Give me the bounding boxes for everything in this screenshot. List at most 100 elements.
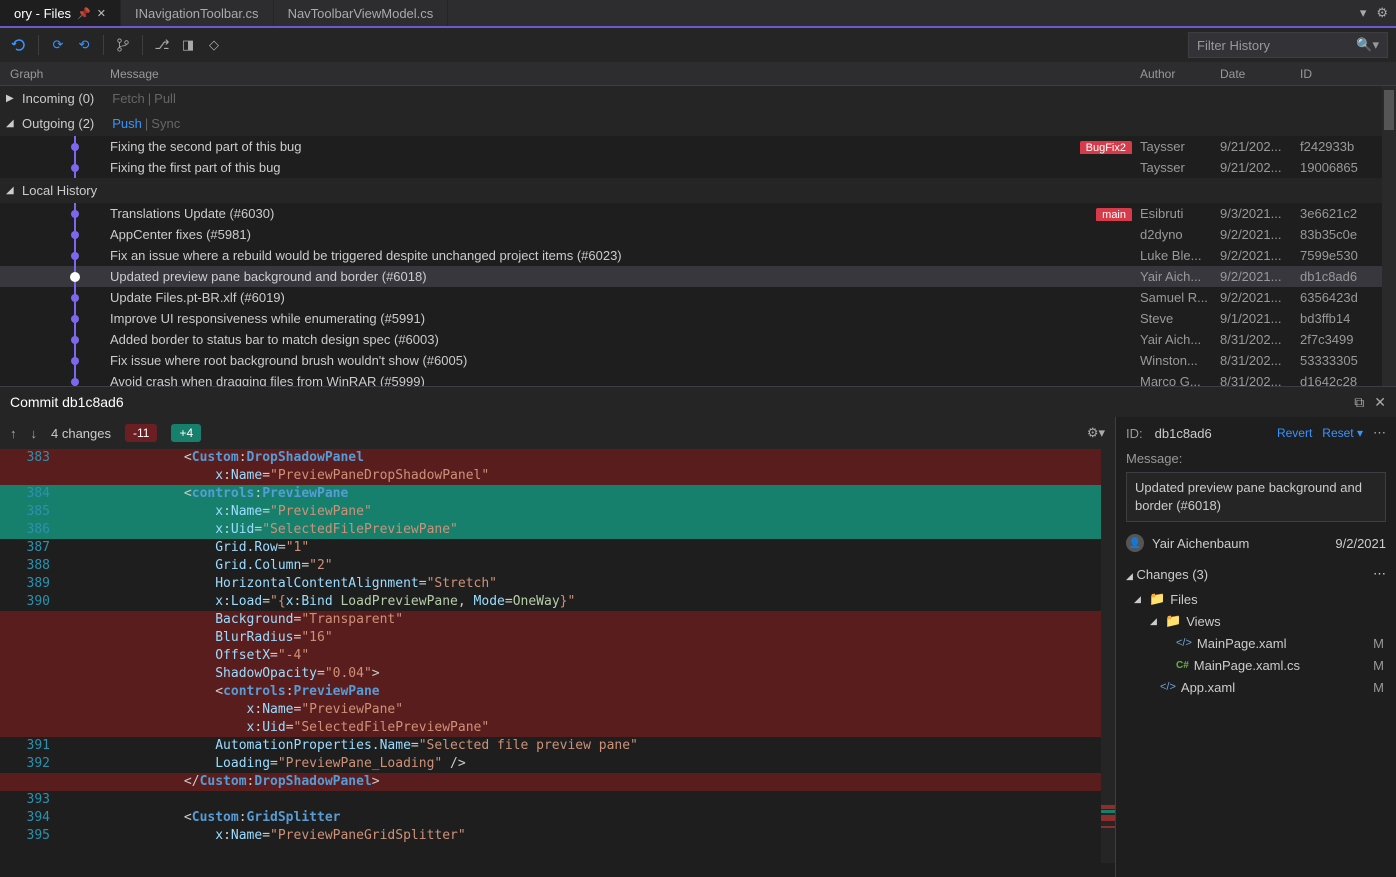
filter-history-input[interactable]: Filter History 🔍▾ [1188, 32, 1388, 58]
col-message[interactable]: Message [110, 67, 1140, 81]
refresh-icon[interactable] [8, 34, 30, 56]
code-line[interactable]: x:Name="PreviewPane" [0, 701, 1115, 719]
code-line[interactable]: 392 Loading="PreviewPane_Loading" /> [0, 755, 1115, 773]
restore-window-icon[interactable]: ⧉ [1354, 394, 1364, 411]
commit-row[interactable]: Translations Update (#6030) main Esibrut… [0, 203, 1396, 224]
changes-more-icon[interactable]: ⋯ [1373, 566, 1386, 582]
branch-icon[interactable] [112, 34, 134, 56]
commit-row[interactable]: Fix issue where root background brush wo… [0, 350, 1396, 371]
commit-row[interactable]: Improve UI responsiveness while enumerat… [0, 308, 1396, 329]
commit-date: 9/2/2021... [1220, 290, 1300, 305]
graph-cell [0, 203, 110, 224]
sync-link[interactable]: Sync [151, 116, 180, 131]
local-history-section[interactable]: ◢ Local History [0, 178, 1396, 203]
line-number [0, 683, 60, 701]
outgoing-section[interactable]: ◢ Outgoing (2) Push|Sync [0, 111, 1396, 136]
col-date[interactable]: Date [1220, 67, 1300, 81]
commit-message: Updated preview pane background and bord… [110, 269, 1140, 284]
code-line[interactable]: 391 AutomationProperties.Name="Selected … [0, 737, 1115, 755]
diff-settings-icon[interactable]: ⚙▾ [1087, 425, 1105, 441]
code-line[interactable]: </Custom:DropShadowPanel> [0, 773, 1115, 791]
close-icon[interactable]: ✕ [1374, 394, 1386, 411]
code-line[interactable]: 385 x:Name="PreviewPane" [0, 503, 1115, 521]
folder-label: Views [1186, 614, 1220, 629]
commit-id: 19006865 [1300, 160, 1380, 175]
commit-row[interactable]: Fix an issue where a rebuild would be tr… [0, 245, 1396, 266]
commit-message: AppCenter fixes (#5981) [110, 227, 1140, 242]
code-line[interactable]: 386 x:Uid="SelectedFilePreviewPane" [0, 521, 1115, 539]
fetch-icon[interactable]: ⟳ [47, 34, 69, 56]
code-line[interactable]: 388 Grid.Column="2" [0, 557, 1115, 575]
minimap[interactable] [1101, 449, 1115, 863]
history-scrollbar[interactable] [1382, 86, 1396, 386]
close-icon[interactable]: ✕ [97, 7, 106, 20]
col-id[interactable]: ID [1300, 67, 1380, 81]
col-graph[interactable]: Graph [0, 67, 110, 81]
file-status: M [1373, 636, 1392, 651]
code-content: Grid.Column="2" [60, 557, 1115, 575]
dropdown-icon[interactable]: ▾ [1360, 5, 1367, 21]
tab[interactable]: INavigationToolbar.cs [121, 0, 274, 26]
code-line[interactable]: 383 <Custom:DropShadowPanel [0, 449, 1115, 467]
code-line[interactable]: 395 x:Name="PreviewPaneGridSplitter" [0, 827, 1115, 845]
code-line[interactable]: 384 <controls:PreviewPane [0, 485, 1115, 503]
commit-row[interactable]: Added border to status bar to match desi… [0, 329, 1396, 350]
code-line[interactable]: <controls:PreviewPane [0, 683, 1115, 701]
message-box[interactable]: Updated preview pane background and bord… [1126, 472, 1386, 522]
filter-mode-icon[interactable]: ◨ [177, 34, 199, 56]
commit-row[interactable]: Update Files.pt-BR.xlf (#6019) Samuel R.… [0, 287, 1396, 308]
code-line[interactable]: BlurRadius="16" [0, 629, 1115, 647]
prev-change-icon[interactable]: ↑ [10, 426, 17, 441]
line-number: 384 [0, 485, 60, 503]
code-line[interactable]: 387 Grid.Row="1" [0, 539, 1115, 557]
code-line[interactable]: 389 HorizontalContentAlignment="Stretch" [0, 575, 1115, 593]
branch-tag[interactable]: main [1096, 208, 1132, 221]
code-line[interactable]: 390 x:Load="{x:Bind LoadPreviewPane, Mod… [0, 593, 1115, 611]
gear-icon[interactable]: ⚙ [1376, 5, 1388, 21]
tree-file[interactable]: C#MainPage.xaml.csM [1120, 654, 1392, 676]
push-link[interactable]: Push [112, 116, 142, 131]
commit-row[interactable]: Updated preview pane background and bord… [0, 266, 1396, 287]
fetch-link[interactable]: Fetch [112, 91, 145, 106]
code-line[interactable]: x:Name="PreviewPaneDropShadowPanel" [0, 467, 1115, 485]
incoming-section[interactable]: ▶ Incoming (0) Fetch|Pull [0, 86, 1396, 111]
xaml-file-icon: </> [1176, 637, 1192, 649]
graph-mode-icon[interactable]: ⎇ [151, 34, 173, 56]
reset-link[interactable]: Reset ▾ [1322, 426, 1363, 440]
commit-row[interactable]: AppCenter fixes (#5981) d2dyno 9/2/2021.… [0, 224, 1396, 245]
more-icon[interactable]: ⋯ [1373, 425, 1386, 441]
revert-link[interactable]: Revert [1277, 426, 1312, 440]
pull-icon[interactable]: ⟲ [73, 34, 95, 56]
code-line[interactable]: ShadowOpacity="0.04"> [0, 665, 1115, 683]
code-line[interactable]: 393 [0, 791, 1115, 809]
next-change-icon[interactable]: ↓ [31, 426, 38, 441]
tree-folder-root[interactable]: ◢ 📁 Files [1120, 588, 1392, 610]
line-number: 395 [0, 827, 60, 845]
tag-mode-icon[interactable]: ◇ [203, 34, 225, 56]
file-tree: ◢ 📁 Files ◢ 📁 Views </>MainPage.xamlMC#M… [1116, 588, 1396, 698]
scrollbar-thumb[interactable] [1384, 90, 1394, 130]
col-author[interactable]: Author [1140, 67, 1220, 81]
tab[interactable]: ory - Files📌✕ [0, 0, 121, 26]
commit-row[interactable]: Fixing the first part of this bug Taysse… [0, 157, 1396, 178]
commit-row[interactable]: Fixing the second part of this bug BugFi… [0, 136, 1396, 157]
graph-cell [0, 157, 110, 178]
changes-header[interactable]: ◢ Changes (3) ⋯ [1116, 560, 1396, 588]
search-icon[interactable]: 🔍▾ [1356, 37, 1379, 53]
pin-icon[interactable]: 📌 [77, 7, 91, 20]
pull-link[interactable]: Pull [154, 91, 176, 106]
tree-file[interactable]: </>MainPage.xamlM [1120, 632, 1392, 654]
code-content: Grid.Row="1" [60, 539, 1115, 557]
code-line[interactable]: Background="Transparent" [0, 611, 1115, 629]
commit-row[interactable]: Avoid crash when dragging files from Win… [0, 371, 1396, 386]
tree-folder-views[interactable]: ◢ 📁 Views [1120, 610, 1392, 632]
branch-tag[interactable]: BugFix2 [1080, 141, 1132, 154]
code-view[interactable]: 383 <Custom:DropShadowPanel x:Name="Prev… [0, 449, 1115, 877]
line-number: 389 [0, 575, 60, 593]
commit-author: Steve [1140, 311, 1220, 326]
tree-file[interactable]: </>App.xamlM [1120, 676, 1392, 698]
tab[interactable]: NavToolbarViewModel.cs [274, 0, 449, 26]
code-line[interactable]: 394 <Custom:GridSplitter [0, 809, 1115, 827]
code-line[interactable]: x:Uid="SelectedFilePreviewPane" [0, 719, 1115, 737]
code-line[interactable]: OffsetX="-4" [0, 647, 1115, 665]
